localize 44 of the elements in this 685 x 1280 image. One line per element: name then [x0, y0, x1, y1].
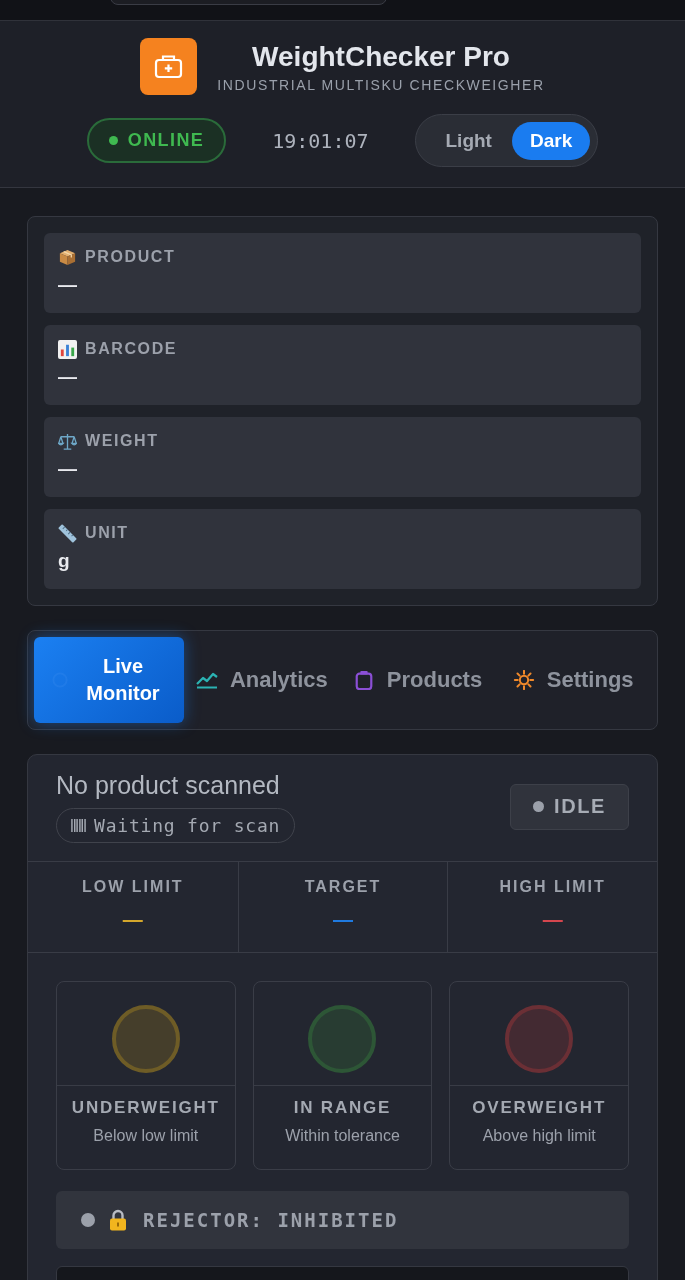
field-label: BARCODE: [85, 340, 178, 358]
bar-chart-icon: [58, 339, 77, 359]
field-label: UNIT: [85, 524, 129, 542]
limit-value: —: [333, 908, 353, 930]
field-label: PRODUCT: [85, 248, 176, 266]
rejector-label: REJECTOR: INHIBITED: [143, 1209, 399, 1231]
limit-label: HIGH LIMIT: [499, 877, 606, 897]
limit-value: —: [542, 908, 563, 930]
clock-time: 19:01:07: [272, 128, 369, 153]
field-value: —: [58, 273, 78, 297]
field-label: WEIGHT: [85, 432, 159, 450]
indicator-description: Within tolerance: [285, 1126, 400, 1146]
first-aid-kit-icon: [140, 38, 198, 95]
limit-label: LOW LIMIT: [82, 877, 184, 897]
status-dot-icon: [533, 801, 545, 812]
app-subtitle: INDUSTRIAL MULTISKU CHECKWEIGHER: [217, 75, 545, 94]
line-chart-icon: [195, 670, 218, 690]
indicator-title: OVERWEIGHT: [472, 1097, 607, 1119]
indicator-title: UNDERWEIGHT: [71, 1097, 220, 1119]
nav-tab[interactable]: Analytics: [184, 637, 340, 723]
sun-icon: [512, 670, 535, 690]
barcode-icon: [71, 818, 86, 833]
indicator-title: IN RANGE: [293, 1097, 392, 1119]
product-name: No product scanned: [56, 770, 280, 800]
state-label: IDLE: [554, 795, 606, 818]
limit-value: —: [122, 908, 143, 930]
scales-icon: [58, 431, 77, 451]
theme-option[interactable]: Light: [433, 121, 504, 160]
app-title: WeightChecker Pro: [252, 39, 510, 74]
theme-option[interactable]: Dark: [511, 121, 591, 160]
limit-label: TARGET: [304, 877, 382, 897]
scan-status-text: Waiting for scan: [94, 815, 281, 836]
indicator-description: Above high limit: [482, 1126, 596, 1146]
field-value: g: [58, 549, 71, 573]
indicator-description: Below low limit: [93, 1126, 199, 1146]
connection-label: ONLINE: [127, 130, 205, 151]
box-icon: [58, 247, 77, 267]
field-value: —: [58, 365, 78, 389]
nav-tab[interactable]: Live Monitor: [34, 637, 184, 723]
lock-icon: [109, 1209, 127, 1231]
status-dot-icon: [108, 136, 118, 145]
nav-tab[interactable]: Products: [339, 637, 496, 723]
nav-tab[interactable]: Settings: [495, 637, 651, 723]
field-value: —: [58, 457, 78, 481]
